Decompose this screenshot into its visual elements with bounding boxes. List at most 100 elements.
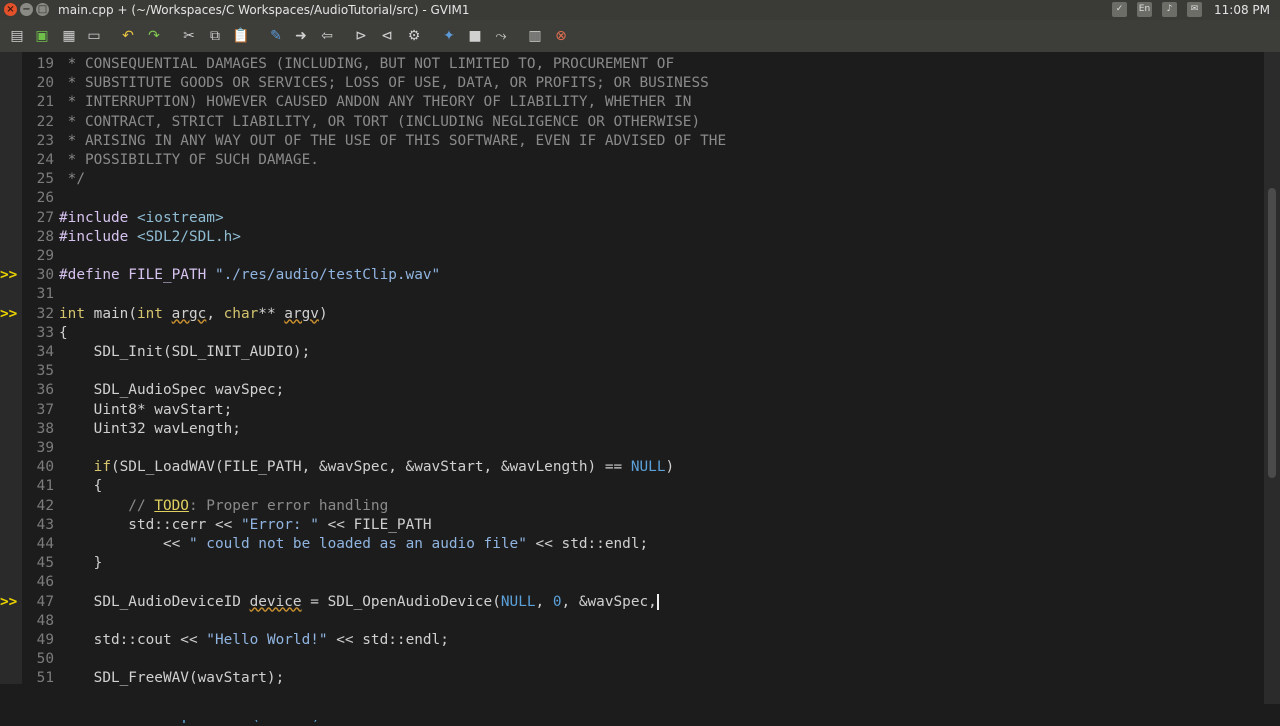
code-token: << std::endl; xyxy=(526,536,649,552)
code-line[interactable]: 43 std::cerr << "Error: " << FILE_PATH xyxy=(0,516,1264,535)
copy-icon[interactable]: ⧉ xyxy=(206,27,224,45)
code-text: if(SDL_LoadWAV(FILE_PATH, &wavSpec, &wav… xyxy=(59,458,675,477)
code-text: int main(int argc, char** argv) xyxy=(59,305,328,324)
scrollbar-thumb[interactable] xyxy=(1268,188,1276,478)
undo-icon[interactable]: ↶ xyxy=(119,27,137,45)
code-line[interactable]: >> 30 #define FILE_PATH "./res/audio/testC… xyxy=(0,266,1264,285)
code-token: argc xyxy=(171,305,207,322)
line-number: 32 xyxy=(36,305,54,322)
code-line[interactable]: >> 32 int main(int argc, char** argv) xyxy=(0,305,1264,324)
code-line[interactable]: 36 SDL_AudioSpec wavSpec; xyxy=(0,381,1264,400)
code-text: SDL_AudioSpec wavSpec; xyxy=(59,381,285,400)
run-script-icon[interactable]: ⚙ xyxy=(405,27,423,45)
code-line[interactable]: 25 */ xyxy=(0,170,1264,189)
keyboard-layout-indicator[interactable]: En xyxy=(1137,2,1152,17)
vertical-scrollbar[interactable] xyxy=(1264,52,1280,704)
code-line[interactable]: 45 } xyxy=(0,554,1264,573)
code-line[interactable]: 51 SDL_FreeWAV(wavStart); xyxy=(0,669,1264,688)
code-text: SDL_FreeWAV(wavStart); xyxy=(59,669,285,688)
line-number: 42 xyxy=(36,497,54,514)
code-line[interactable]: 29 xyxy=(0,247,1264,266)
code-text: * INTERRUPTION) HOWEVER CAUSED ANDON ANY… xyxy=(59,93,692,112)
code-line[interactable]: 40 if(SDL_LoadWAV(FILE_PATH, &wavSpec, &… xyxy=(0,458,1264,477)
editor-area[interactable]: 19 * CONSEQUENTIAL DAMAGES (INCLUDING, B… xyxy=(0,52,1264,686)
code-token: "Hello World!" xyxy=(206,632,328,648)
code-token: <SDL2/SDL.h> xyxy=(136,228,241,245)
redo-icon[interactable]: ↷ xyxy=(145,27,163,45)
code-line[interactable]: 33 { xyxy=(0,324,1264,343)
save-all-icon[interactable]: ▦ xyxy=(60,27,78,45)
code-line[interactable]: 37 Uint8* wavStart; xyxy=(0,401,1264,420)
cut-icon[interactable]: ✂ xyxy=(180,27,198,45)
mail-icon[interactable]: ✉ xyxy=(1187,2,1202,17)
code-line[interactable]: 31 xyxy=(0,285,1264,304)
code-line[interactable]: 38 Uint32 wavLength; xyxy=(0,420,1264,439)
line-number: 24 xyxy=(36,152,54,168)
maximize-window-button[interactable]: □ xyxy=(36,3,49,16)
code-text: #include <iostream> xyxy=(59,209,224,228)
line-number: 49 xyxy=(36,632,54,648)
code-line[interactable]: 49 std::cout << "Hello World!" << std::e… xyxy=(0,631,1264,650)
line-number: 31 xyxy=(36,286,54,303)
make-icon[interactable]: ✦ xyxy=(440,27,458,45)
code-token: // xyxy=(59,497,155,514)
print-icon[interactable]: ▭ xyxy=(85,27,103,45)
line-number: 21 xyxy=(36,94,54,111)
code-line[interactable]: 19 * CONSEQUENTIAL DAMAGES (INCLUDING, B… xyxy=(0,55,1264,74)
code-token: <iostream> xyxy=(136,209,224,226)
line-number: 43 xyxy=(36,516,54,533)
help-icon[interactable]: ▥ xyxy=(526,27,544,45)
code-line[interactable]: 27 #include <iostream> xyxy=(0,209,1264,228)
dropbox-icon[interactable]: ✓ xyxy=(1112,2,1127,17)
toolbar: ▤ ▣ ▦ ▭ ↶ ↷ ✂ ⧉ 📋 ✎ ➜ ⇦ ⊳ ⊲ ⚙ ✦ ■ ⤳ ▥ ⊗ xyxy=(0,20,1280,53)
code-line[interactable]: 41 { xyxy=(0,477,1264,496)
run-ctags-icon[interactable]: ■ xyxy=(466,27,484,45)
code-text: Uint32 wavLength; xyxy=(59,420,241,439)
code-line[interactable]: 21 * INTERRUPTION) HOWEVER CAUSED ANDON … xyxy=(0,93,1264,112)
clock[interactable]: 11:08 PM xyxy=(1214,3,1270,17)
code-line[interactable]: 26 xyxy=(0,189,1264,208)
line-number: 40 xyxy=(36,459,54,476)
find-next-icon[interactable]: ➜ xyxy=(292,27,310,45)
code-line[interactable]: 28 #include <SDL2/SDL.h> xyxy=(0,228,1264,247)
jump-tag-icon[interactable]: ⤳ xyxy=(492,27,510,45)
line-number: 36 xyxy=(36,382,54,399)
code-line[interactable]: 44 << " could not be loaded as an audio … xyxy=(0,535,1264,554)
code-token: ** xyxy=(258,305,285,322)
line-number: 38 xyxy=(36,420,54,437)
load-session-icon[interactable]: ⊳ xyxy=(352,27,370,45)
volume-icon[interactable]: ♪ xyxy=(1162,2,1177,17)
code-token: main( xyxy=(85,305,137,322)
find-prev-icon[interactable]: ⇦ xyxy=(318,27,336,45)
code-text: #include <SDL2/SDL.h> xyxy=(59,228,241,247)
replace-icon[interactable]: ✎ xyxy=(267,27,285,45)
code-token: SDL_AudioSpec wavSpec; xyxy=(59,382,285,399)
code-line[interactable]: 35 xyxy=(0,362,1264,381)
code-line[interactable]: 46 xyxy=(0,573,1264,592)
line-number: 34 xyxy=(36,344,54,360)
minimize-window-button[interactable]: − xyxy=(20,3,33,16)
code-line[interactable]: 23 * ARISING IN ANY WAY OUT OF THE USE O… xyxy=(0,132,1264,151)
code-token: (SDL_LoadWAV(FILE_PATH, &wavSpec, &wavSt… xyxy=(110,459,631,476)
save-session-icon[interactable]: ⊲ xyxy=(378,27,396,45)
window-title: main.cpp + (~/Workspaces/C Workspaces/Au… xyxy=(58,3,470,17)
paste-icon[interactable]: 📋 xyxy=(232,27,250,45)
code-token: , &wavSpec, xyxy=(561,593,657,610)
code-line[interactable]: 24 * POSSIBILITY OF SUCH DAMAGE. xyxy=(0,151,1264,170)
code-line[interactable]: 50 xyxy=(0,650,1264,669)
open-icon[interactable]: ▤ xyxy=(8,27,26,45)
close-window-button[interactable]: × xyxy=(4,3,17,16)
code-line[interactable]: >> 47 SDL_AudioDeviceID device = SDL_Open… xyxy=(0,593,1264,612)
code-line[interactable]: 22 * CONTRACT, STRICT LIABILITY, OR TORT… xyxy=(0,113,1264,132)
code-line[interactable]: 34 SDL_Init(SDL_INIT_AUDIO); xyxy=(0,343,1264,362)
code-line[interactable]: 42 // TODO: Proper error handling xyxy=(0,497,1264,516)
code-token: SDL_FreeWAV(wavStart); xyxy=(59,670,285,687)
code-token: { xyxy=(59,324,68,341)
find-help-icon[interactable]: ⊗ xyxy=(552,27,570,45)
code-line[interactable]: 39 xyxy=(0,439,1264,458)
code-line[interactable]: 20 * SUBSTITUTE GOODS OR SERVICES; LOSS … xyxy=(0,74,1264,93)
code-line[interactable]: 48 xyxy=(0,612,1264,631)
save-icon[interactable]: ▣ xyxy=(33,27,51,45)
code-token: Uint32 wavLength; xyxy=(59,420,241,437)
